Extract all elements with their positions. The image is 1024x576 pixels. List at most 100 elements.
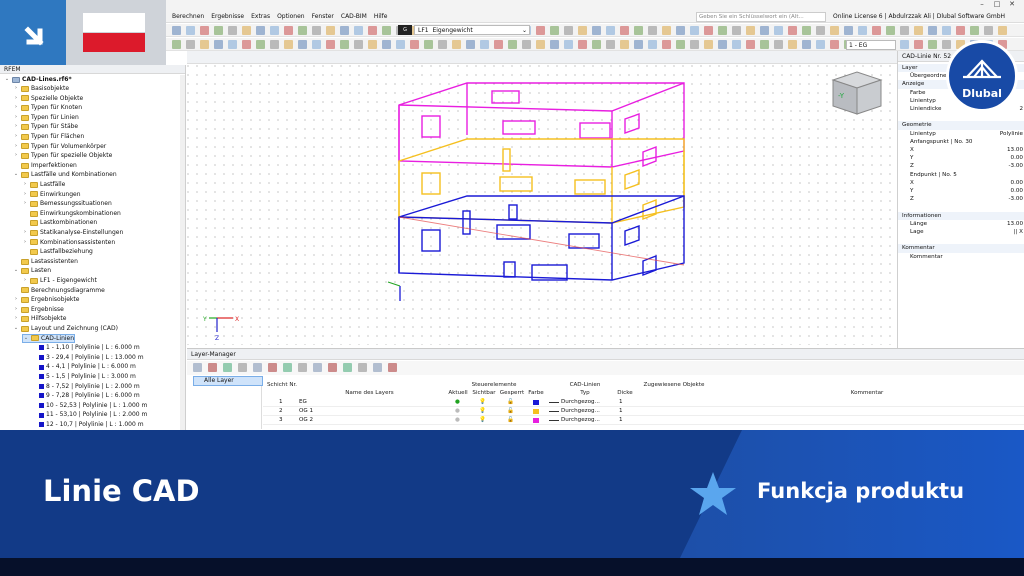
toolbar-tool-icon[interactable]	[928, 26, 937, 35]
toolbar-tool-icon[interactable]	[942, 40, 951, 49]
layer-tool-icon[interactable]	[253, 363, 262, 372]
toolbar-tool-icon[interactable]	[326, 26, 335, 35]
tree-item[interactable]: › Ergebnisse	[13, 305, 64, 315]
toolbar-tool-icon[interactable]	[340, 40, 349, 49]
tree-item[interactable]: Einwirkungskombinationen	[22, 209, 121, 219]
tree-item[interactable]: 9 - 7,28 | Polylinie | L : 6.000 m	[31, 391, 140, 401]
expand-icon[interactable]: ⌄	[13, 324, 19, 334]
toolbar-tool-icon[interactable]	[312, 26, 321, 35]
expand-icon[interactable]: ›	[22, 238, 28, 248]
toolbar-tool-icon[interactable]	[634, 26, 643, 35]
toolbar-tool-icon[interactable]	[662, 26, 671, 35]
toolbar-tool-icon[interactable]	[214, 40, 223, 49]
toolbar-tool-icon[interactable]	[438, 40, 447, 49]
tree-item[interactable]: Lastassistenten	[13, 257, 78, 267]
toolbar-tool-icon[interactable]	[382, 26, 391, 35]
close-icon[interactable]: ✕	[1006, 0, 1018, 10]
property-row[interactable]: X 13.00	[898, 146, 1024, 154]
toolbar-tool-icon[interactable]	[900, 26, 909, 35]
loadcase-select[interactable]: LF1 Eigengewicht ⌄	[414, 25, 530, 35]
layer-row[interactable]: 3 OG 2 Durchgezog... 1 ● 💡 🔓	[263, 416, 1024, 425]
expand-icon[interactable]: ›	[22, 199, 28, 209]
toolbar-tool-icon[interactable]	[410, 40, 419, 49]
toolbar-tool-icon[interactable]	[368, 40, 377, 49]
toolbar-tool-icon[interactable]	[270, 40, 279, 49]
toolbar-tool-icon[interactable]	[704, 26, 713, 35]
property-row[interactable]	[898, 203, 1024, 211]
toolbar-tool-icon[interactable]	[886, 26, 895, 35]
toolbar-tool-icon[interactable]	[816, 26, 825, 35]
toolbar-tool-icon[interactable]	[172, 26, 181, 35]
tree-item[interactable]: Lastkombinationen	[22, 218, 97, 228]
toolbar-tool-icon[interactable]	[256, 40, 265, 49]
toolbar-tool-icon[interactable]	[480, 40, 489, 49]
expand-icon[interactable]: ›	[13, 305, 19, 315]
layer-tool-icon[interactable]	[313, 363, 322, 372]
toolbar-tool-icon[interactable]	[802, 26, 811, 35]
property-row[interactable]: Z -3.00	[898, 162, 1024, 170]
layer-tool-icon[interactable]	[238, 363, 247, 372]
tree-item[interactable]: 10 - 52,53 | Polylinie | L : 1.000 m	[31, 401, 147, 411]
model-drawing[interactable]: X Y Z -Y	[187, 65, 897, 345]
toolbar-tool-icon[interactable]	[564, 40, 573, 49]
toolbar-tool-icon[interactable]	[368, 26, 377, 35]
toolbar-tool-icon[interactable]	[690, 40, 699, 49]
layer-tool-icon[interactable]	[358, 363, 367, 372]
toolbar-tool-icon[interactable]	[718, 26, 727, 35]
property-row[interactable]: Geometrie	[898, 121, 1024, 130]
navigator-scrollbar[interactable]	[180, 75, 185, 430]
toolbar-tool-icon[interactable]	[732, 40, 741, 49]
toolbar-tool-icon[interactable]	[676, 40, 685, 49]
layer-color-swatch[interactable]	[533, 400, 539, 405]
property-row[interactable]: Liniendicke 2	[898, 105, 1024, 113]
maximize-icon[interactable]: □	[991, 0, 1003, 10]
toolbar-tool-icon[interactable]	[900, 40, 909, 49]
layer-tool-icon[interactable]	[388, 363, 397, 372]
toolbar-tool-icon[interactable]	[228, 40, 237, 49]
toolbar-tool-icon[interactable]	[732, 26, 741, 35]
lock-icon[interactable]: 🔓	[507, 416, 514, 425]
toolbar-tool-icon[interactable]	[200, 26, 209, 35]
layer-tool-icon[interactable]	[208, 363, 217, 372]
toolbar-tool-icon[interactable]	[998, 26, 1007, 35]
toolbar-tool-icon[interactable]	[676, 26, 685, 35]
tree-item[interactable]: › Typen für spezielle Objekte	[13, 151, 112, 161]
toolbar-tool-icon[interactable]	[788, 26, 797, 35]
tree-item[interactable]: › Lastfälle	[22, 180, 65, 190]
toolbar-tool-icon[interactable]	[648, 26, 657, 35]
menu-optionen[interactable]: Optionen	[277, 13, 305, 20]
layer-tool-icon[interactable]	[193, 363, 202, 372]
toolbar-tool-icon[interactable]	[690, 26, 699, 35]
toolbar-tool-icon[interactable]	[298, 26, 307, 35]
property-row[interactable]: X 0.00	[898, 179, 1024, 187]
expand-icon[interactable]: ⌄	[23, 334, 29, 344]
toolbar-tool-icon[interactable]	[256, 26, 265, 35]
expand-icon[interactable]: ›	[13, 103, 19, 113]
expand-icon[interactable]: ›	[22, 228, 28, 238]
tree-item[interactable]: › Kombinationsassistenten	[22, 238, 115, 248]
expand-icon[interactable]: ›	[22, 190, 28, 200]
toolbar-tool-icon[interactable]	[746, 40, 755, 49]
tree-item[interactable]: Berechnungsdiagramme	[13, 286, 105, 296]
tree-item[interactable]: ⌄ Lastfälle und Kombinationen	[13, 170, 117, 180]
toolbar-tool-icon[interactable]	[620, 26, 629, 35]
toolbar-tool-icon[interactable]	[928, 40, 937, 49]
toolbar-tool-icon[interactable]	[592, 40, 601, 49]
toolbar-tool-icon[interactable]	[298, 40, 307, 49]
model-viewport[interactable]: X Y Z -Y	[187, 65, 897, 345]
tree-item[interactable]: 8 - 7,52 | Polylinie | L : 2.000 m	[31, 382, 140, 392]
toolbar-tool-icon[interactable]	[914, 40, 923, 49]
tree-item[interactable]: 3 - 29,4 | Polylinie | L : 13.000 m	[31, 353, 144, 363]
toolbar-tool-icon[interactable]	[816, 40, 825, 49]
layer-tool-icon[interactable]	[283, 363, 292, 372]
layer-color-swatch[interactable]	[533, 418, 539, 423]
toolbar-tool-icon[interactable]	[396, 40, 405, 49]
toolbar-tool-icon[interactable]	[914, 26, 923, 35]
toolbar-tool-icon[interactable]	[312, 40, 321, 49]
toolbar-tool-icon[interactable]	[774, 40, 783, 49]
toolbar-tool-icon[interactable]	[536, 26, 545, 35]
tree-item[interactable]: 12 - 10,7 | Polylinie | L : 1.000 m	[31, 420, 144, 430]
menu-extras[interactable]: Extras	[251, 13, 270, 20]
expand-icon[interactable]: ›	[22, 180, 28, 190]
expand-icon[interactable]: ⌄	[13, 170, 19, 180]
